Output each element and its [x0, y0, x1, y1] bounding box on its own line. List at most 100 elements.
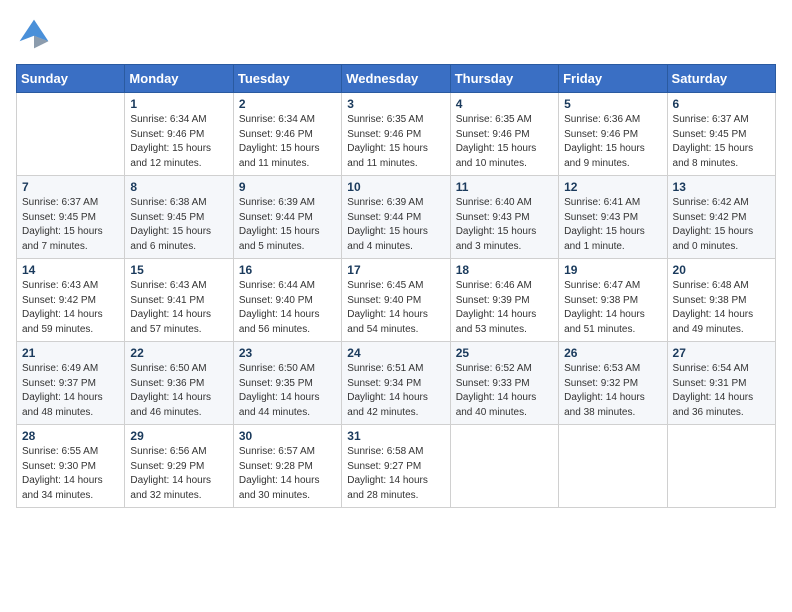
header-day-friday: Friday [559, 65, 667, 93]
day-info: Sunrise: 6:35 AMSunset: 9:46 PMDaylight:… [347, 113, 444, 171]
calendar-cell: 23 Sunrise: 6:50 AMSunset: 9:35 PMDayligh… [233, 342, 341, 425]
calendar-cell: 31 Sunrise: 6:58 AMSunset: 9:27 PMDayligh… [342, 425, 450, 508]
day-info: Sunrise: 6:41 AMSunset: 9:43 PMDaylight:… [564, 196, 661, 254]
logo-icon [16, 16, 52, 52]
day-number: 29 [130, 429, 227, 443]
day-info: Sunrise: 6:52 AMSunset: 9:33 PMDaylight:… [456, 362, 553, 420]
calendar-cell: 19Sunrise: 6:47 AMSunset: 9:38 PMDayligh… [559, 259, 667, 342]
calendar-cell: 11 Sunrise: 6:40 AMSunset: 9:43 PMDayligh… [450, 176, 558, 259]
day-info: Sunrise: 6:43 AMSunset: 9:42 PMDaylight:… [22, 279, 119, 337]
day-number: 3 [347, 97, 444, 111]
day-info: Sunrise: 6:39 AMSunset: 9:44 PMDaylight:… [347, 196, 444, 254]
header-day-wednesday: Wednesday [342, 65, 450, 93]
calendar-cell [450, 425, 558, 508]
week-row-5: 28Sunrise: 6:55 AMSunset: 9:30 PMDayligh… [17, 425, 776, 508]
day-number: 8 [130, 180, 227, 194]
day-number: 23 [239, 346, 336, 360]
calendar-cell: 30 Sunrise: 6:57 AMSunset: 9:28 PMDayligh… [233, 425, 341, 508]
day-number: 22 [130, 346, 227, 360]
week-row-4: 21Sunrise: 6:49 AMSunset: 9:37 PMDayligh… [17, 342, 776, 425]
day-number: 20 [673, 263, 770, 277]
calendar-cell: 20 Sunrise: 6:48 AMSunset: 9:38 PMDayligh… [667, 259, 775, 342]
day-info: Sunrise: 6:37 AMSunset: 9:45 PMDaylight:… [22, 196, 119, 254]
day-number: 13 [673, 180, 770, 194]
day-number: 25 [456, 346, 553, 360]
day-info: Sunrise: 6:50 AMSunset: 9:36 PMDaylight:… [130, 362, 227, 420]
header-day-sunday: Sunday [17, 65, 125, 93]
calendar-cell: 26 Sunrise: 6:53 AMSunset: 9:32 PMDayligh… [559, 342, 667, 425]
day-info: Sunrise: 6:38 AMSunset: 9:45 PMDaylight:… [130, 196, 227, 254]
calendar-cell: 28Sunrise: 6:55 AMSunset: 9:30 PMDayligh… [17, 425, 125, 508]
week-row-3: 14 Sunrise: 6:43 AMSunset: 9:42 PMDayligh… [17, 259, 776, 342]
day-info: Sunrise: 6:37 AMSunset: 9:45 PMDaylight:… [673, 113, 770, 171]
day-info: Sunrise: 6:46 AMSunset: 9:39 PMDaylight:… [456, 279, 553, 337]
day-number: 10 [347, 180, 444, 194]
day-number: 4 [456, 97, 553, 111]
day-number: 31 [347, 429, 444, 443]
day-number: 16 [239, 263, 336, 277]
calendar-cell: 12 Sunrise: 6:41 AMSunset: 9:43 PMDayligh… [559, 176, 667, 259]
day-number: 26 [564, 346, 661, 360]
calendar-cell [667, 425, 775, 508]
day-info: Sunrise: 6:54 AMSunset: 9:31 PMDaylight:… [673, 362, 770, 420]
day-info: Sunrise: 6:50 AMSunset: 9:35 PMDaylight:… [239, 362, 336, 420]
calendar-cell: 27 Sunrise: 6:54 AMSunset: 9:31 PMDayligh… [667, 342, 775, 425]
day-info: Sunrise: 6:35 AMSunset: 9:46 PMDaylight:… [456, 113, 553, 171]
day-info: Sunrise: 6:57 AMSunset: 9:28 PMDaylight:… [239, 445, 336, 503]
header-day-saturday: Saturday [667, 65, 775, 93]
day-info: Sunrise: 6:48 AMSunset: 9:38 PMDaylight:… [673, 279, 770, 337]
calendar-cell: 5 Sunrise: 6:36 AMSunset: 9:46 PMDaylight… [559, 93, 667, 176]
day-number: 17 [347, 263, 444, 277]
day-info: Sunrise: 6:53 AMSunset: 9:32 PMDaylight:… [564, 362, 661, 420]
day-info: Sunrise: 6:36 AMSunset: 9:46 PMDaylight:… [564, 113, 661, 171]
calendar-cell: 6 Sunrise: 6:37 AMSunset: 9:45 PMDaylight… [667, 93, 775, 176]
calendar-cell: 25 Sunrise: 6:52 AMSunset: 9:33 PMDayligh… [450, 342, 558, 425]
calendar-cell: 18Sunrise: 6:46 AMSunset: 9:39 PMDayligh… [450, 259, 558, 342]
day-number: 5 [564, 97, 661, 111]
logo [16, 16, 52, 52]
day-info: Sunrise: 6:51 AMSunset: 9:34 PMDaylight:… [347, 362, 444, 420]
page-header [16, 16, 776, 52]
day-info: Sunrise: 6:40 AMSunset: 9:43 PMDaylight:… [456, 196, 553, 254]
calendar-cell: 24 Sunrise: 6:51 AMSunset: 9:34 PMDayligh… [342, 342, 450, 425]
day-info: Sunrise: 6:43 AMSunset: 9:41 PMDaylight:… [130, 279, 227, 337]
calendar-cell: 1Sunrise: 6:34 AMSunset: 9:46 PMDaylight… [125, 93, 233, 176]
day-number: 14 [22, 263, 119, 277]
calendar-cell: 15 Sunrise: 6:43 AMSunset: 9:41 PMDayligh… [125, 259, 233, 342]
week-row-2: 7 Sunrise: 6:37 AMSunset: 9:45 PMDaylight… [17, 176, 776, 259]
calendar-cell: 21Sunrise: 6:49 AMSunset: 9:37 PMDayligh… [17, 342, 125, 425]
calendar-cell [17, 93, 125, 176]
calendar-cell: 17 Sunrise: 6:45 AMSunset: 9:40 PMDayligh… [342, 259, 450, 342]
calendar-cell [559, 425, 667, 508]
day-info: Sunrise: 6:47 AMSunset: 9:38 PMDaylight:… [564, 279, 661, 337]
day-number: 1 [130, 97, 227, 111]
calendar-cell: 29 Sunrise: 6:56 AMSunset: 9:29 PMDayligh… [125, 425, 233, 508]
calendar-cell: 2Sunrise: 6:34 AMSunset: 9:46 PMDaylight… [233, 93, 341, 176]
day-number: 11 [456, 180, 553, 194]
day-number: 30 [239, 429, 336, 443]
calendar-cell: 13Sunrise: 6:42 AMSunset: 9:42 PMDayligh… [667, 176, 775, 259]
calendar-cell: 4 Sunrise: 6:35 AMSunset: 9:46 PMDaylight… [450, 93, 558, 176]
header-day-tuesday: Tuesday [233, 65, 341, 93]
calendar-cell: 14 Sunrise: 6:43 AMSunset: 9:42 PMDayligh… [17, 259, 125, 342]
day-info: Sunrise: 6:39 AMSunset: 9:44 PMDaylight:… [239, 196, 336, 254]
day-number: 15 [130, 263, 227, 277]
day-info: Sunrise: 6:56 AMSunset: 9:29 PMDaylight:… [130, 445, 227, 503]
header-row: SundayMondayTuesdayWednesdayThursdayFrid… [17, 65, 776, 93]
header-day-thursday: Thursday [450, 65, 558, 93]
calendar-cell: 10 Sunrise: 6:39 AMSunset: 9:44 PMDayligh… [342, 176, 450, 259]
day-number: 27 [673, 346, 770, 360]
calendar-cell: 9 Sunrise: 6:39 AMSunset: 9:44 PMDaylight… [233, 176, 341, 259]
day-info: Sunrise: 6:45 AMSunset: 9:40 PMDaylight:… [347, 279, 444, 337]
day-info: Sunrise: 6:58 AMSunset: 9:27 PMDaylight:… [347, 445, 444, 503]
week-row-1: 1Sunrise: 6:34 AMSunset: 9:46 PMDaylight… [17, 93, 776, 176]
day-number: 9 [239, 180, 336, 194]
day-number: 6 [673, 97, 770, 111]
day-number: 12 [564, 180, 661, 194]
header-day-monday: Monday [125, 65, 233, 93]
day-number: 2 [239, 97, 336, 111]
day-number: 24 [347, 346, 444, 360]
day-number: 7 [22, 180, 119, 194]
day-number: 21 [22, 346, 119, 360]
calendar-cell: 3 Sunrise: 6:35 AMSunset: 9:46 PMDaylight… [342, 93, 450, 176]
